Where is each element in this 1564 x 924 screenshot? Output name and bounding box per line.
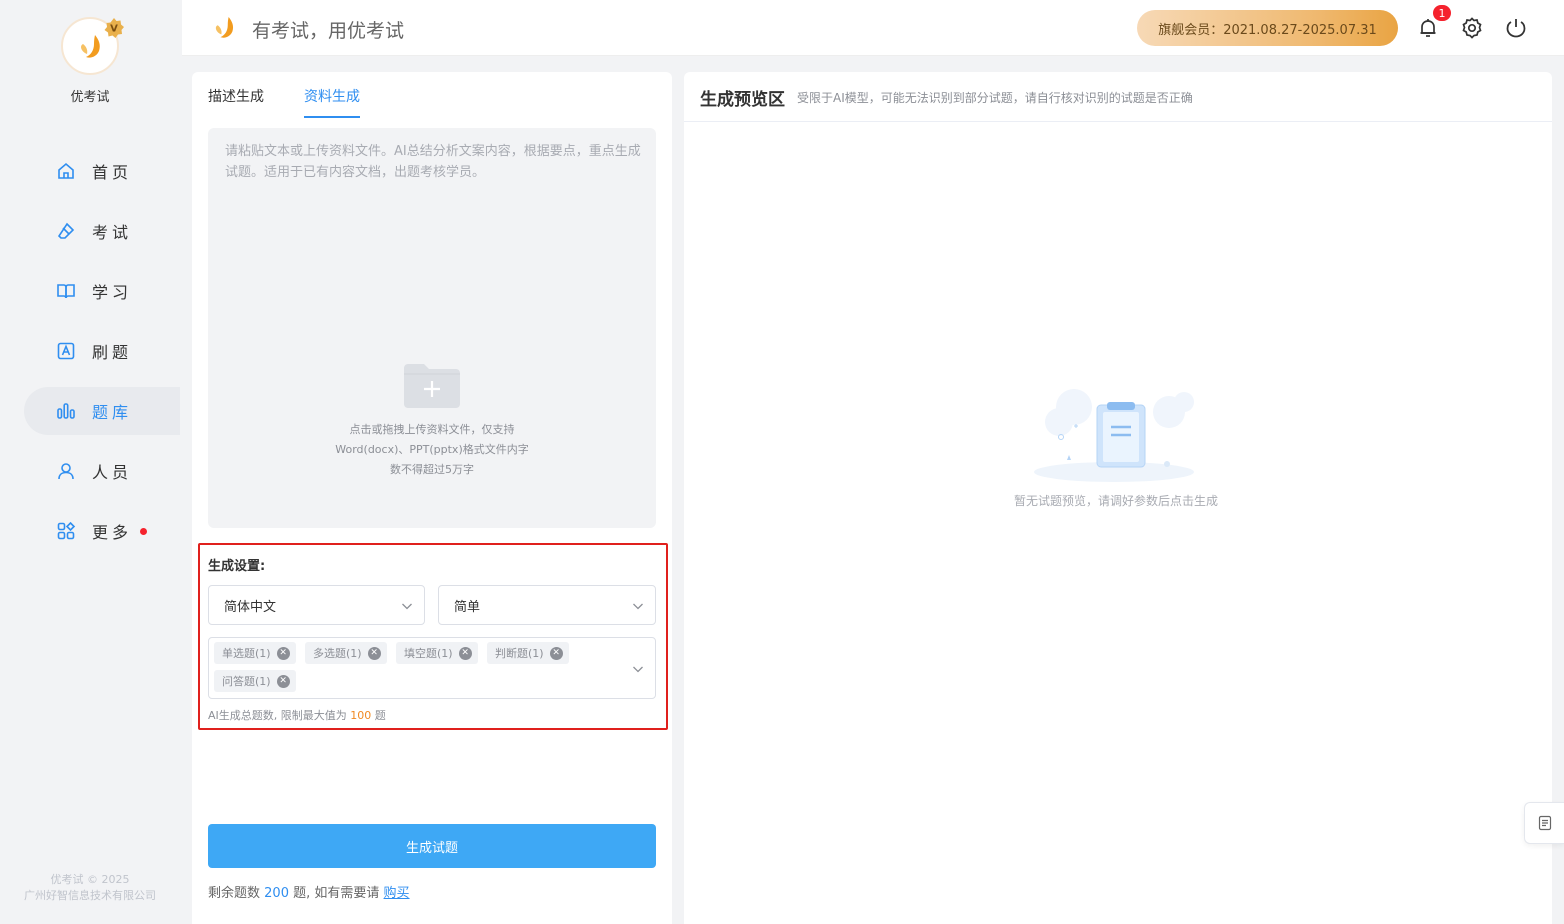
tab-material[interactable]: 资料生成: [304, 86, 360, 118]
top-header: 有考试，用优考试 旗舰会员：2021.08.27-2025.07.31 1: [182, 0, 1564, 56]
tag-label: 填空题(1): [404, 647, 453, 660]
remove-tag-icon[interactable]: ✕: [458, 646, 472, 660]
language-value: 简体中文: [224, 599, 277, 615]
sidebar-item-more[interactable]: 更多: [24, 507, 180, 555]
limit-prefix: AI生成总题数, 限制最大值为: [208, 709, 347, 722]
membership-badge[interactable]: 旗舰会员：2021.08.27-2025.07.31: [1137, 10, 1398, 46]
brand-name: 优考试: [70, 90, 110, 105]
sidebar: V 优考试 首页 考试 学习 刷题 题库 人员 更多 优考试 © 2025 广州…: [0, 0, 180, 924]
copyright-line: 优考试 © 2025: [50, 873, 130, 886]
preview-title: 生成预览区: [700, 90, 785, 110]
header-slogan: 有考试，用优考试: [252, 20, 405, 42]
sidebar-item-label: 首页: [92, 163, 133, 182]
chevron-down-icon: [402, 603, 412, 610]
difficulty-select[interactable]: 简单: [438, 585, 656, 625]
gear-icon[interactable]: [1460, 16, 1484, 40]
remove-tag-icon[interactable]: ✕: [367, 646, 381, 660]
sidebar-item-question-bank[interactable]: 题库: [24, 387, 180, 435]
chevron-down-icon: [633, 603, 643, 610]
sidebar-item-study[interactable]: 学习: [24, 267, 180, 315]
preview-panel: 生成预览区 受限于AI模型，可能无法识别到部分试题，请自行核对识别的试题是否正确…: [684, 72, 1552, 924]
floating-notes-button[interactable]: [1524, 802, 1564, 844]
notification-count: 1: [1433, 5, 1451, 21]
upload-folder-icon[interactable]: [402, 362, 462, 408]
sidebar-item-exam[interactable]: 考试: [24, 207, 180, 255]
question-type-select[interactable]: 单选题(1) ✕ 多选题(1) ✕ 填空题(1) ✕ 判断题(1) ✕ 问答题(1) ✕: [208, 637, 656, 699]
sidebar-item-label: 题库: [92, 403, 133, 422]
remaining-count: 剩余题数 200 题, 如有需要请 购买: [208, 882, 410, 901]
preview-subtitle: 受限于AI模型，可能无法识别到部分试题，请自行核对识别的试题是否正确: [797, 91, 1193, 105]
sidebar-item-label: 考试: [92, 223, 133, 242]
tag-label: 多选题(1): [313, 647, 362, 660]
home-icon: [58, 162, 74, 179]
sidebar-item-practice[interactable]: 刷题: [24, 327, 180, 375]
sidebar-item-label: 刷题: [92, 343, 133, 362]
limit-suffix: 题: [374, 709, 386, 722]
question-type-tag: 判断题(1) ✕: [487, 642, 569, 664]
material-placeholder: 请粘贴文本或上传资料文件。AI总结分析文案内容，根据要点，重点生成试题。适用于已…: [225, 144, 641, 180]
preview-header: 生成预览区 受限于AI模型，可能无法识别到部分试题，请自行核对识别的试题是否正确: [684, 72, 1552, 122]
apps-icon: [57, 521, 76, 540]
letter-a-icon: [57, 342, 75, 360]
user-icon: [58, 463, 74, 480]
tag-label: 单选题(1): [222, 647, 271, 660]
notification-dot: [140, 527, 148, 535]
header-logo-icon: [215, 17, 234, 38]
generate-button[interactable]: 生成试题: [208, 824, 656, 868]
remove-tag-icon[interactable]: ✕: [549, 646, 563, 660]
limit-value: 100: [350, 709, 372, 722]
book-icon: [57, 284, 75, 299]
vip-badge-icon: V: [104, 18, 124, 38]
upload-hint-line: Word(docx)、PPT(pptx)格式文件内字: [335, 443, 529, 456]
question-type-tag: 问答题(1) ✕: [214, 670, 296, 692]
difficulty-value: 简单: [454, 599, 481, 615]
tab-describe[interactable]: 描述生成: [208, 86, 264, 118]
language-select[interactable]: 简体中文: [208, 585, 425, 625]
sidebar-item-label: 更多: [92, 523, 133, 542]
sidebar-item-people[interactable]: 人员: [24, 447, 180, 495]
question-type-tag: 多选题(1) ✕: [305, 642, 387, 664]
notes-icon: [1538, 815, 1551, 831]
brand-logo-icon: [81, 35, 100, 58]
power-icon[interactable]: [1504, 16, 1528, 40]
upload-hint-line: 点击或拖拽上传资料文件，仅支持: [349, 423, 515, 436]
material-input[interactable]: 请粘贴文本或上传资料文件。AI总结分析文案内容，根据要点，重点生成试题。适用于已…: [208, 128, 656, 528]
remove-tag-icon[interactable]: ✕: [276, 674, 290, 688]
copyright: 优考试 © 2025 广州好智信息技术有限公司: [0, 872, 180, 904]
bar-chart-icon: [57, 403, 75, 419]
chevron-down-icon: [633, 666, 643, 673]
remove-tag-icon[interactable]: ✕: [276, 646, 290, 660]
empty-state-text: 暂无试题预览，请调好参数后点击生成: [1013, 494, 1218, 508]
sidebar-item-home[interactable]: 首页: [24, 147, 180, 195]
tag-label: 问答题(1): [222, 675, 271, 688]
svg-text:V: V: [110, 24, 118, 35]
settings-title: 生成设置:: [208, 559, 266, 574]
sidebar-item-label: 人员: [92, 463, 133, 482]
buy-link[interactable]: 购买: [384, 886, 410, 901]
brand-logo[interactable]: V: [61, 17, 124, 75]
limit-note: AI生成总题数, 限制最大值为 100 题: [208, 707, 386, 723]
tag-label: 判断题(1): [495, 647, 544, 660]
generation-panel: 描述生成 资料生成 请粘贴文本或上传资料文件。AI总结分析文案内容，根据要点，重…: [192, 72, 672, 924]
generation-tabs: 描述生成 资料生成: [208, 86, 400, 118]
question-type-tag: 填空题(1) ✕: [396, 642, 478, 664]
eraser-icon: [57, 222, 75, 239]
upload-hint: 点击或拖拽上传资料文件，仅支持 Word(docx)、PPT(pptx)格式文件…: [208, 420, 656, 480]
remain-prefix: 剩余题数: [208, 886, 261, 901]
remain-value: 200: [264, 886, 289, 901]
upload-hint-line: 数不得超过5万字: [390, 463, 474, 476]
generation-settings: 生成设置: 简体中文 简单 单选题(1) ✕ 多选题(1) ✕ 填空题(1) ✕ 判断…: [198, 543, 668, 730]
empty-clipboard-illustration: [1034, 389, 1194, 482]
sidebar-item-label: 学习: [92, 283, 133, 302]
question-type-tag: 单选题(1) ✕: [214, 642, 296, 664]
company-name: 广州好智信息技术有限公司: [24, 889, 156, 902]
remain-middle: 题, 如有需要请: [293, 886, 380, 901]
